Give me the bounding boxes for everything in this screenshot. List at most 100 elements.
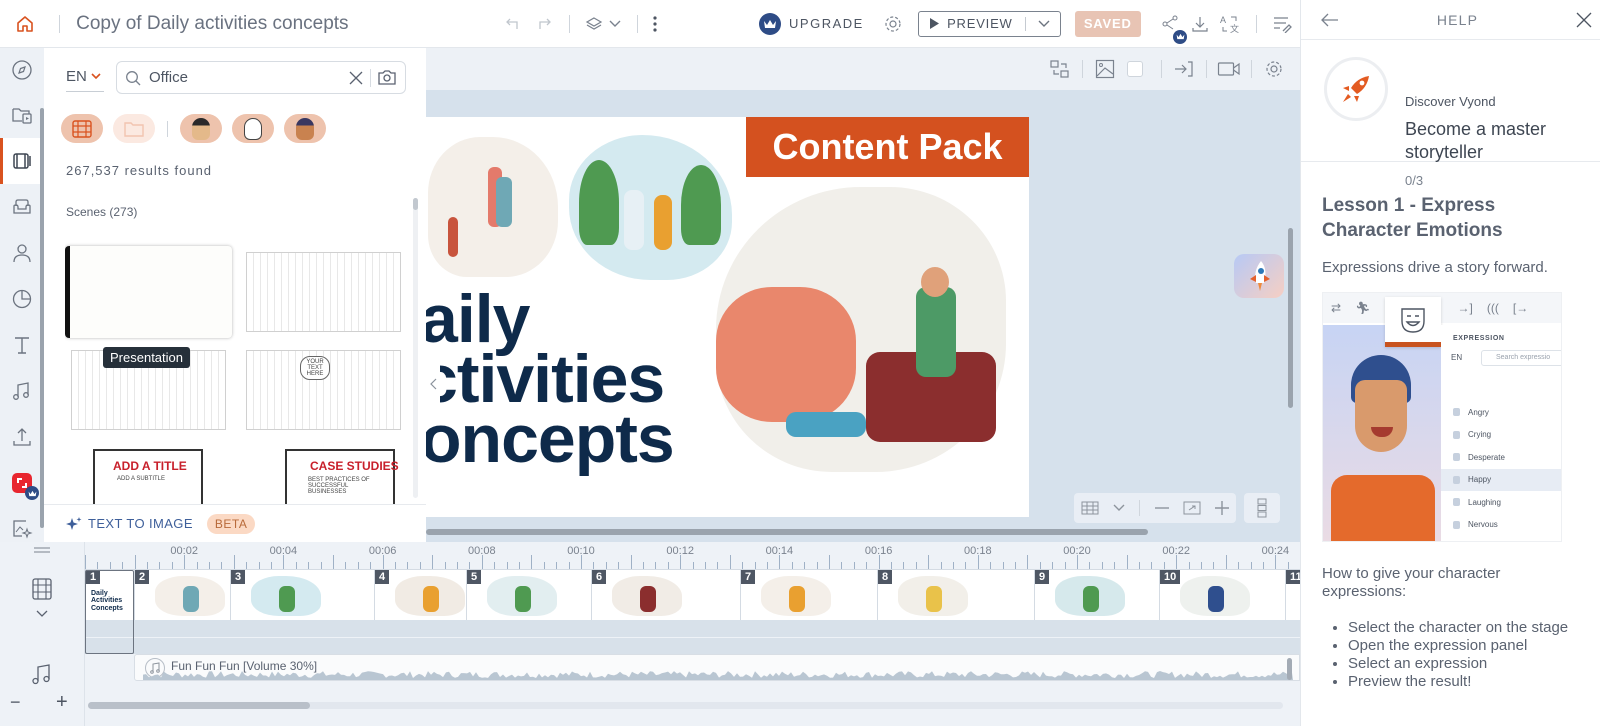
scene-thumbnail[interactable] xyxy=(240,246,407,338)
rail-item-text[interactable] xyxy=(0,322,44,368)
library-scrollbar[interactable] xyxy=(413,198,418,498)
more-button[interactable] xyxy=(648,8,663,40)
chevron-down-icon[interactable] xyxy=(36,610,48,618)
timeline-scene-1[interactable]: 1 Daily Activities Concepts xyxy=(85,570,134,620)
close-icon[interactable] xyxy=(1576,12,1592,28)
camera-search-icon[interactable] xyxy=(377,69,397,86)
background-image-button[interactable] xyxy=(1089,53,1121,85)
settings-button[interactable] xyxy=(878,8,908,40)
timeline-scene-11[interactable]: 11 xyxy=(1285,570,1300,620)
download-button[interactable] xyxy=(1185,8,1215,40)
enter-effect-button[interactable] xyxy=(1168,53,1200,85)
timeline-scene-5[interactable]: 5 xyxy=(466,570,591,620)
tick-mark xyxy=(184,555,186,569)
clear-search-icon[interactable] xyxy=(348,70,364,86)
filter-style-contemporary[interactable] xyxy=(284,114,326,143)
music-note-icon xyxy=(32,664,50,685)
saved-button[interactable]: SAVED xyxy=(1074,10,1141,37)
share-button[interactable] xyxy=(1155,8,1188,44)
stage-horizontal-scrollbar[interactable] xyxy=(426,529,1148,535)
tick-mark xyxy=(1126,555,1128,569)
timeline-scene-9[interactable]: 9 xyxy=(1034,570,1159,620)
notes-button[interactable] xyxy=(1267,8,1297,40)
filter-scenes[interactable] xyxy=(61,114,103,143)
rail-item-upload[interactable] xyxy=(0,414,44,460)
zoom-in-icon[interactable] xyxy=(1214,501,1229,515)
timeline-scene-6[interactable]: 6 xyxy=(591,570,740,620)
timeline-zoom-in-button[interactable]: + xyxy=(56,691,68,714)
background-color-swatch[interactable] xyxy=(1127,61,1143,77)
chevron-down-icon[interactable] xyxy=(1113,504,1125,512)
tick-mark xyxy=(1287,562,1289,569)
timeline-scene-4[interactable]: 4 xyxy=(374,570,466,620)
back-arrow-icon[interactable] xyxy=(1321,13,1339,27)
redo-button[interactable] xyxy=(528,8,558,40)
drag-handle-icon[interactable] xyxy=(34,547,50,553)
undo-button[interactable] xyxy=(498,8,528,40)
filter-style-whiteboard[interactable] xyxy=(232,114,274,143)
project-title[interactable]: Copy of Daily activities concepts xyxy=(76,13,454,35)
scene-thumbnail[interactable]: ADD A TITLE ADD A SUBTITLE xyxy=(65,441,232,504)
home-button[interactable] xyxy=(0,0,49,48)
translate-button[interactable]: A文 xyxy=(1215,8,1245,40)
tick-mark xyxy=(556,562,558,569)
rail-item-explore[interactable] xyxy=(0,48,44,92)
rail-item-props[interactable] xyxy=(0,184,44,230)
search-input[interactable] xyxy=(149,69,329,86)
filter-style-business[interactable] xyxy=(180,114,222,143)
timeline-scene-8[interactable]: 8 xyxy=(877,570,1034,620)
thumbnail-title: CASE STUDIES xyxy=(310,459,399,473)
filter-folders[interactable] xyxy=(113,114,155,143)
rail-item-integration[interactable] xyxy=(0,460,44,506)
text-to-image-button[interactable]: TEXT TO IMAGE BETA xyxy=(44,504,426,542)
scene-thumbnail[interactable] xyxy=(65,231,232,237)
tick-mark xyxy=(419,562,421,569)
zoom-out-icon[interactable] xyxy=(1154,507,1169,509)
tick-mark xyxy=(928,555,930,569)
discover-rocket-button[interactable] xyxy=(1234,254,1284,298)
stage-vertical-scrollbar[interactable] xyxy=(1288,228,1293,408)
rail-item-scenes[interactable] xyxy=(0,138,44,184)
camera-button[interactable] xyxy=(1213,53,1245,85)
stage-canvas[interactable]: Content Pack aily ctivities oncepts xyxy=(426,117,1029,517)
scene-track: 1 Daily Activities Concepts 2 3 4 5 6 7 8 9 10 11 xyxy=(85,570,1300,620)
timeline-horizontal-scrollbar[interactable] xyxy=(88,702,1283,709)
layers-button[interactable] xyxy=(580,8,627,40)
timeline-scene-2[interactable]: 2 xyxy=(134,570,230,620)
timeline-ruler[interactable]: 00:02 00:04 00:06 00:08 00:10 00:12 00:14 00:16… xyxy=(85,542,1302,570)
preview-button[interactable]: PREVIEW xyxy=(918,10,1061,37)
tick-mark xyxy=(1052,562,1054,569)
rail-item-my-library[interactable] xyxy=(0,92,44,138)
scrollbar-thumb[interactable] xyxy=(88,702,310,709)
search-box xyxy=(116,61,406,94)
discover-card[interactable]: Discover Vyond Become a master storytell… xyxy=(1301,40,1600,188)
language-select[interactable]: EN xyxy=(66,68,104,92)
collapse-library-button[interactable] xyxy=(426,344,440,424)
layout-toggle-button[interactable] xyxy=(1244,493,1280,523)
step-item: Select an expression xyxy=(1348,655,1582,673)
timeline-vertical-scrollbar[interactable] xyxy=(1287,658,1292,680)
scene-thumbnail[interactable] xyxy=(240,231,407,237)
rail-item-characters[interactable] xyxy=(0,230,44,276)
timeline-scene-3[interactable]: 3 xyxy=(230,570,374,620)
scene-settings-button[interactable] xyxy=(1258,53,1290,85)
timeline-scene-7[interactable]: 7 xyxy=(740,570,877,620)
grid-icon[interactable] xyxy=(1081,501,1099,515)
scene-thumbnail-presentation[interactable] xyxy=(65,246,232,338)
illustration-expression-panel: EXPRESSION EN Search expressio Angry Cryi… xyxy=(1441,325,1561,542)
chevron-down-icon xyxy=(91,73,101,80)
scene-thumbnail[interactable]: YOUR TEXT HERE xyxy=(240,344,407,436)
audio-clip[interactable]: Fun Fun Fun [Volume 30%] xyxy=(134,654,1300,681)
timeline-scene-10[interactable]: 10 xyxy=(1159,570,1285,620)
scene-thumbnail-art xyxy=(395,576,465,616)
fit-to-screen-icon[interactable] xyxy=(1183,501,1201,515)
upgrade-button[interactable]: UPGRADE xyxy=(759,12,864,35)
chevron-down-icon[interactable] xyxy=(1038,20,1050,28)
rail-item-charts[interactable] xyxy=(0,276,44,322)
scene-thumbnail[interactable]: CASE STUDIES BEST PRACTICES OF SUCCESSFU… xyxy=(240,441,407,504)
swap-button[interactable] xyxy=(1044,53,1076,85)
timeline-zoom-out-button[interactable]: − xyxy=(10,692,21,713)
tick-mark xyxy=(295,562,297,569)
rail-item-audio[interactable] xyxy=(0,368,44,414)
section-label: Scenes (273) xyxy=(66,205,138,219)
